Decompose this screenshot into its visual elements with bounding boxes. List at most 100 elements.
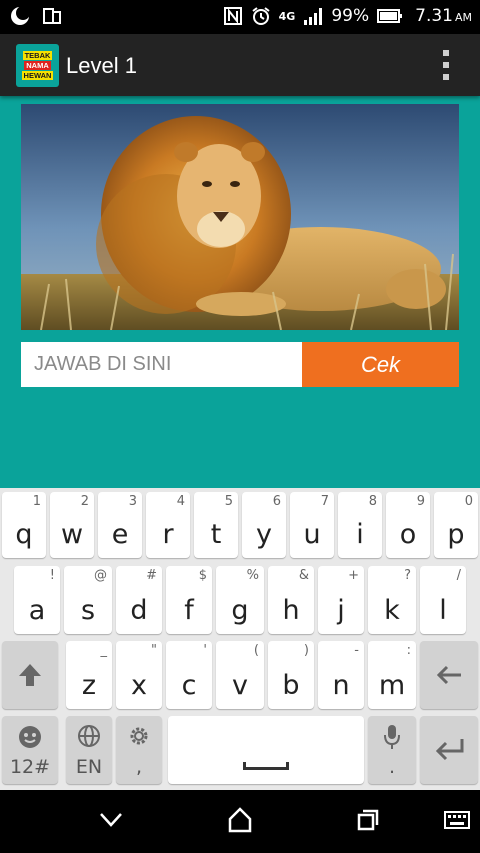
key-n-label: n xyxy=(332,670,350,701)
period-key[interactable]: . xyxy=(368,716,416,784)
logo-line-2: NAMA xyxy=(24,61,51,70)
key-u-hint: 7 xyxy=(320,494,329,509)
key-x-label: x xyxy=(131,670,147,701)
key-e[interactable]: 3e xyxy=(98,492,142,558)
battery-icon xyxy=(377,6,403,26)
key-t-hint: 5 xyxy=(224,494,233,509)
key-h-label: h xyxy=(282,595,300,626)
key-m[interactable]: :m xyxy=(368,641,416,709)
key-o[interactable]: 9o xyxy=(386,492,430,558)
key-l-label: l xyxy=(439,595,447,626)
key-f-hint: $ xyxy=(198,568,207,583)
key-d-label: d xyxy=(130,595,148,626)
key-r-label: r xyxy=(162,519,174,550)
answer-input[interactable] xyxy=(21,342,302,387)
key-w-hint: 2 xyxy=(80,494,89,509)
page-title: Level 1 xyxy=(66,53,137,78)
key-b-hint: ) xyxy=(303,643,309,658)
key-l-hint: / xyxy=(456,568,461,583)
night-mode-icon xyxy=(10,6,30,26)
microphone-icon xyxy=(368,724,416,750)
key-f-label: f xyxy=(184,595,194,626)
shift-key[interactable] xyxy=(2,641,58,709)
key-s[interactable]: @ s xyxy=(64,566,112,634)
app-logo: TEBAK NAMA HEWAN xyxy=(16,44,59,87)
shift-icon xyxy=(2,641,58,709)
key-q-hint: 1 xyxy=(32,494,41,509)
key-q-label: q xyxy=(15,519,33,550)
key-y[interactable]: 6y xyxy=(242,492,286,558)
key-r[interactable]: 4r xyxy=(146,492,190,558)
key-h[interactable]: & h xyxy=(268,566,314,634)
signal-icon xyxy=(303,6,323,26)
key-c[interactable]: ' c xyxy=(166,641,212,709)
key-x[interactable]: " x xyxy=(116,641,162,709)
key-v-hint: ( xyxy=(253,643,259,658)
key-f[interactable]: $ f xyxy=(166,566,212,634)
key-w[interactable]: 2w xyxy=(50,492,94,558)
clock-ampm: AM xyxy=(454,11,472,24)
key-j[interactable]: + j xyxy=(318,566,364,634)
battery-percent: 99% xyxy=(331,6,370,26)
emoji-icon xyxy=(2,724,58,750)
key-a-hint: ! xyxy=(49,568,55,583)
comma-key[interactable]: , xyxy=(116,716,162,784)
key-k[interactable]: ? k xyxy=(368,566,416,634)
more-vert-icon[interactable] xyxy=(442,50,450,80)
network-type: 4G xyxy=(278,9,296,23)
key-a-label: a xyxy=(28,595,46,626)
key-k-label: k xyxy=(384,595,400,626)
key-m-label: m xyxy=(378,670,406,701)
keyboard-switch-icon[interactable] xyxy=(444,811,470,829)
symbols-key[interactable]: 12# xyxy=(2,716,58,784)
key-g-hint: % xyxy=(246,568,259,583)
key-c-label: c xyxy=(181,670,197,701)
key-s-label: s xyxy=(80,595,96,626)
backspace-key[interactable] xyxy=(420,641,478,709)
key-x-hint: " xyxy=(151,643,157,658)
clock: 7.31 AM xyxy=(415,6,472,26)
key-d-hint: # xyxy=(146,568,157,583)
key-v[interactable]: (v xyxy=(216,641,264,709)
key-t[interactable]: 5t xyxy=(194,492,238,558)
key-i-hint: 8 xyxy=(368,494,377,509)
key-g[interactable]: % g xyxy=(216,566,264,634)
home-icon[interactable] xyxy=(228,807,252,833)
app-bar: TEBAK NAMA HEWAN Level 1 xyxy=(0,34,480,96)
key-k-hint: ? xyxy=(404,568,411,583)
key-d[interactable]: # d xyxy=(116,566,162,634)
key-o-hint: 9 xyxy=(416,494,425,509)
key-n[interactable]: -n xyxy=(318,641,364,709)
key-z[interactable]: _ z xyxy=(66,641,112,709)
recent-apps-icon[interactable] xyxy=(356,808,380,832)
key-e-label: e xyxy=(111,519,129,550)
key-q[interactable]: 1q xyxy=(2,492,46,558)
enter-key[interactable] xyxy=(420,716,478,784)
key-t-label: t xyxy=(210,519,222,550)
key-s-hint: @ xyxy=(94,568,107,583)
key-p-hint: 0 xyxy=(464,494,473,509)
settings-icon xyxy=(116,724,162,748)
key-i[interactable]: 8i xyxy=(338,492,382,558)
back-chevron-icon[interactable] xyxy=(98,810,124,830)
key-e-hint: 3 xyxy=(128,494,137,509)
animal-picture xyxy=(21,104,459,330)
key-o-label: o xyxy=(399,519,417,550)
key-p-label: p xyxy=(447,519,465,550)
space-key[interactable] xyxy=(168,716,364,784)
key-i-label: i xyxy=(356,519,364,550)
key-p[interactable]: 0p xyxy=(434,492,478,558)
symbols-label: 12# xyxy=(9,756,51,778)
check-button[interactable]: Cek xyxy=(302,342,459,387)
key-b[interactable]: ) b xyxy=(268,641,314,709)
key-a[interactable]: ! a xyxy=(14,566,60,634)
key-m-hint: : xyxy=(406,643,411,658)
key-c-hint: ' xyxy=(203,643,207,658)
key-z-label: z xyxy=(81,670,97,701)
key-b-label: b xyxy=(282,670,300,701)
language-key[interactable]: EN xyxy=(66,716,112,784)
key-j-label: j xyxy=(337,595,345,626)
comma-label: , xyxy=(135,756,143,778)
key-l[interactable]: / l xyxy=(420,566,466,634)
key-u[interactable]: 7u xyxy=(290,492,334,558)
